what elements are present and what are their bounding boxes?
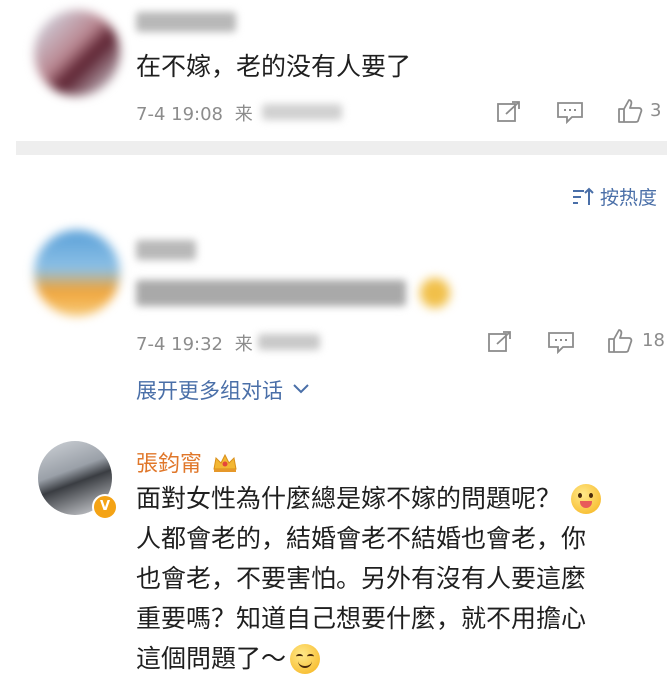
share-icon[interactable] [487, 330, 513, 354]
like-icon[interactable] [606, 327, 634, 355]
comment2-emoji [420, 278, 450, 308]
reply-line-5: 這個問題了～ [136, 644, 287, 673]
comment-icon[interactable] [556, 100, 584, 124]
comment2-like-count: 18 [642, 330, 665, 351]
comment1-time: 7-4 19:08 [136, 104, 223, 125]
expand-more-button[interactable]: 展开更多组对话 [136, 375, 310, 405]
sort-icon [573, 187, 594, 205]
reply-line-2: 人都會老的，結婚會老不結婚也會老，你 [136, 524, 587, 553]
expand-more-label: 展开更多组对话 [136, 379, 283, 403]
comment1-source: 来 [234, 104, 253, 125]
comment2-source: 来 [234, 334, 253, 355]
verified-badge-letter: V [99, 499, 111, 514]
comment1-text: 在不嫁，老的没有人要了 [136, 52, 412, 81]
sort-label: 按热度 [600, 187, 658, 209]
crown-icon [213, 453, 237, 472]
reply-line-1: 面對女性為什麼總是嫁不嫁的問題呢？ [136, 484, 562, 513]
comment1-username[interactable] [136, 12, 236, 32]
comment1-meta: 7-4 19:08 来 [136, 100, 253, 126]
tongue-emoji-icon [571, 484, 602, 514]
like-icon[interactable] [616, 97, 644, 125]
comment2-username[interactable] [136, 240, 196, 260]
chevron-down-icon [292, 384, 309, 394]
comment1-like-count: 3 [650, 100, 662, 121]
comment2-avatar[interactable] [34, 230, 120, 316]
comment2-time: 7-4 19:32 [136, 334, 223, 355]
comment2-text-blurred [136, 280, 406, 306]
sort-toggle[interactable]: 按热度 [572, 183, 657, 210]
smile-emoji-icon [290, 644, 321, 674]
verified-badge: V [92, 494, 118, 520]
section-divider [16, 141, 667, 155]
reply-author[interactable]: 張鈞甯 [136, 446, 239, 478]
comment2-source-blurred [258, 334, 320, 350]
reply-line-3: 也會老，不要害怕。另外有沒有人要這麼 [136, 564, 587, 593]
comment2-meta: 7-4 19:32 来 [136, 330, 253, 356]
reply-line-4: 重要嗎？知道自己想要什麼，就不用擔心 [136, 604, 587, 633]
comment-icon[interactable] [547, 330, 575, 354]
reply-text: 面對女性為什麼總是嫁不嫁的問題呢？ 人都會老的，結婚會老不結婚也會老，你 也會老… [136, 482, 602, 676]
share-icon[interactable] [496, 100, 522, 124]
comment1-avatar[interactable] [34, 10, 120, 96]
reply-author-name: 張鈞甯 [136, 452, 203, 477]
comment1-source-blurred [262, 104, 342, 120]
